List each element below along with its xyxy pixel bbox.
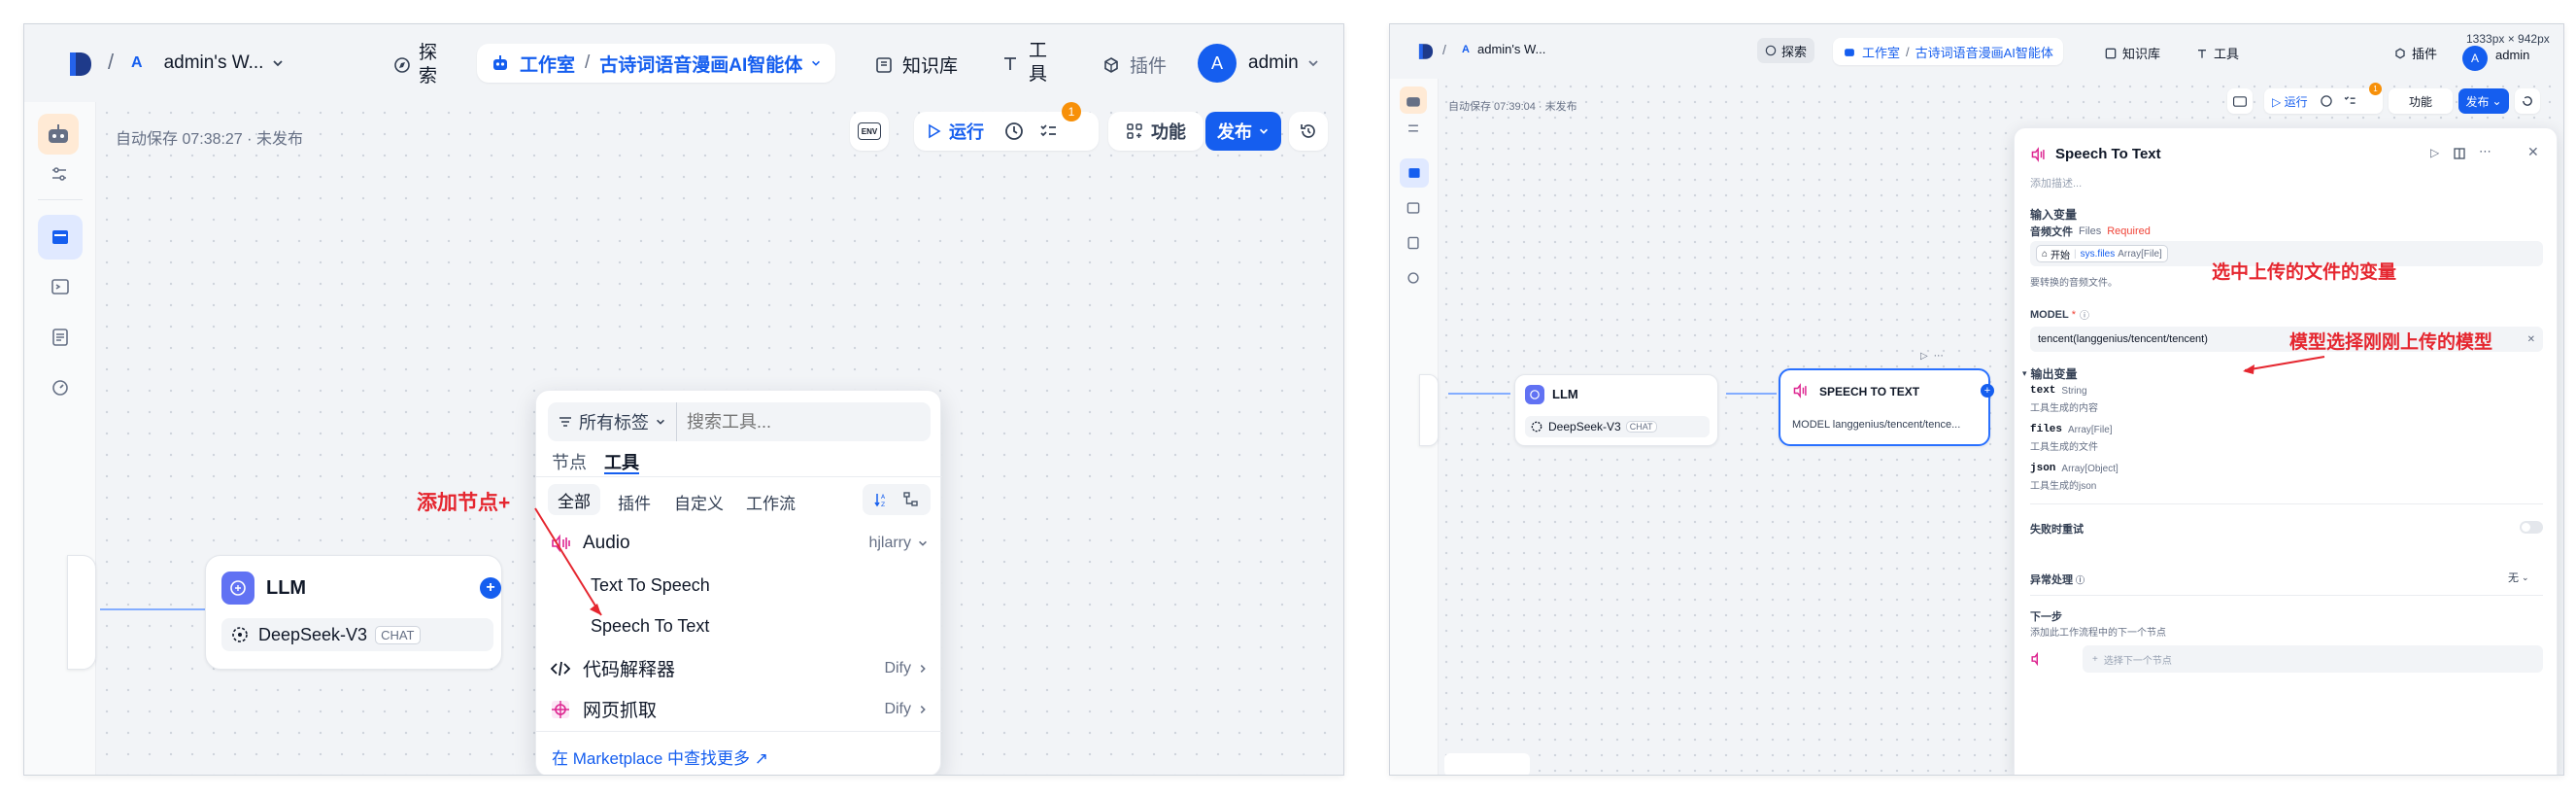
avatar: A xyxy=(1198,44,1237,83)
workflow-canvas[interactable]: 自动保存 07:38:27 · 未发布 ENV 运行 1 功能 发布 LLM +… xyxy=(67,102,1343,775)
workspace-name: admin's W... xyxy=(163,52,264,73)
chevron-down-icon xyxy=(273,60,284,67)
annotation-arrow xyxy=(534,507,602,616)
nav-plugins[interactable]: 插件 xyxy=(1102,52,1167,78)
chevron-down-icon xyxy=(1308,60,1318,67)
nav-knowledge-label: 知识库 xyxy=(902,56,959,77)
terminal-icon[interactable] xyxy=(51,277,70,296)
app-name[interactable]: 古诗词语音漫画AI智能体 xyxy=(599,51,802,77)
start-node-partial[interactable] xyxy=(67,555,96,670)
nav-explore-label: 探索 xyxy=(419,43,438,87)
nav-tools[interactable]: 工具 xyxy=(1001,40,1050,87)
nav-studio-label: 工作室 xyxy=(520,54,576,76)
user-name: admin xyxy=(1248,52,1299,73)
robot-icon xyxy=(49,124,68,143)
app-icon[interactable] xyxy=(38,114,79,155)
nav-plugins-label: 插件 xyxy=(1130,56,1168,77)
cube-icon xyxy=(1104,56,1118,73)
top-navbar: / A admin's W... 探索 工作室 / 古诗词语音漫画AI智能体 知… xyxy=(24,24,1343,102)
left-sidebar xyxy=(24,102,96,775)
nav-explore[interactable]: 探索 xyxy=(393,42,440,88)
monitor-gauge-icon[interactable] xyxy=(51,378,70,398)
nav-tools-label: 工具 xyxy=(1029,41,1048,85)
robot-icon xyxy=(493,55,507,70)
orchestrate-icon[interactable] xyxy=(38,215,83,260)
user-menu[interactable]: A admin xyxy=(1198,44,1320,83)
hammer-icon xyxy=(1004,57,1016,70)
left-screenshot: / A admin's W... 探索 工作室 / 古诗词语音漫画AI智能体 知… xyxy=(23,23,1344,776)
nav-studio[interactable]: 工作室 / 古诗词语音漫画AI智能体 xyxy=(477,44,836,83)
workspace-switcher[interactable]: A admin's W... xyxy=(131,48,285,79)
dify-logo-icon[interactable] xyxy=(67,50,94,79)
chevron-down-icon xyxy=(812,60,821,66)
book-icon xyxy=(876,56,892,73)
logs-icon[interactable] xyxy=(51,328,70,347)
compass-icon xyxy=(394,57,410,73)
annotation-arrow xyxy=(2243,356,2325,374)
nav-knowledge[interactable]: 知识库 xyxy=(875,52,958,78)
workspace-initial: A xyxy=(131,54,143,71)
settings-sliders-icon[interactable] xyxy=(50,164,69,184)
right-screenshot: / A admin's W... 探索 工作室 / 古诗词语音漫画AI智能体 知… xyxy=(1389,23,2564,776)
